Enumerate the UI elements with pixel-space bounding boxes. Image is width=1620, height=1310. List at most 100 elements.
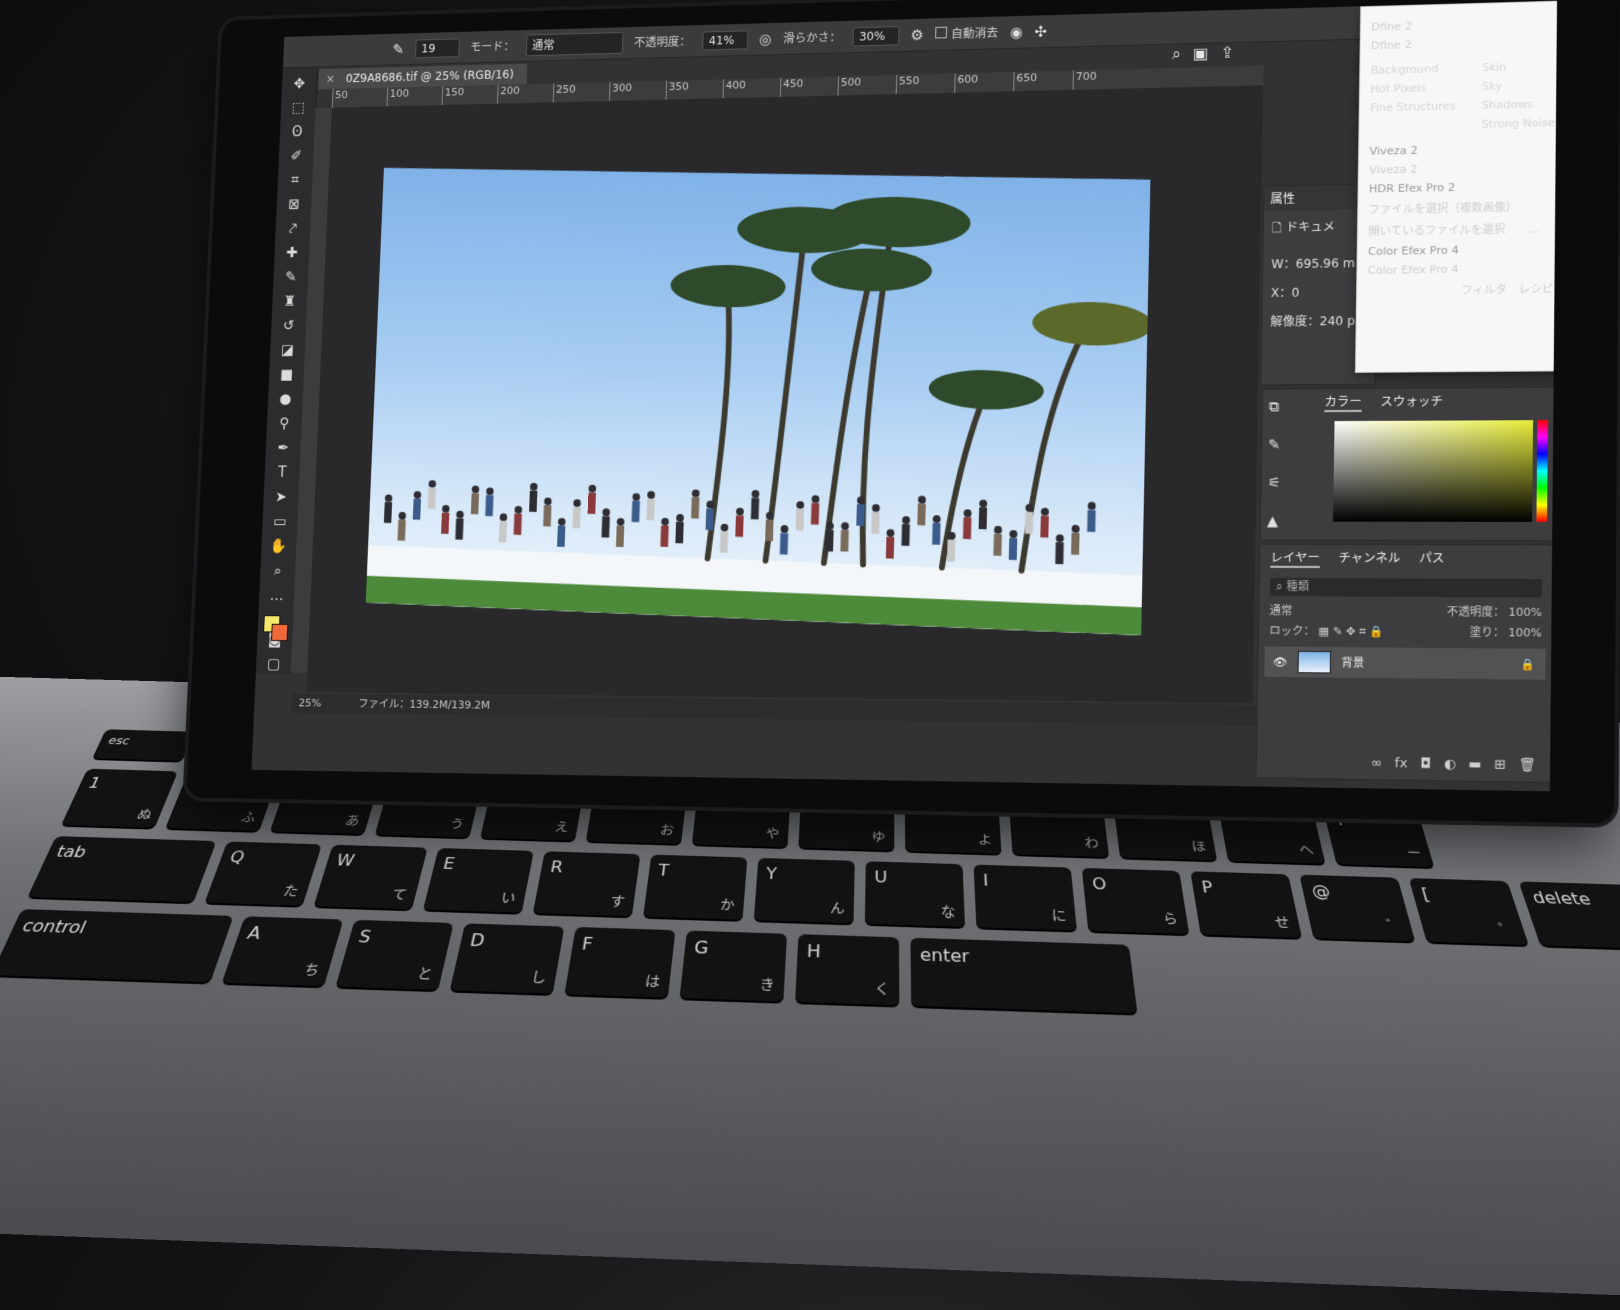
more-tools-icon[interactable]: …	[265, 585, 288, 606]
brush-tool-icon[interactable]: ✎	[279, 266, 302, 287]
keyboard-key[interactable]: Tか	[643, 854, 748, 920]
smoothing-field[interactable]: 30%	[852, 25, 900, 46]
color-picker-field[interactable]	[1333, 420, 1534, 522]
keyboard-key[interactable]: Wて	[313, 844, 428, 910]
quick-select-tool-icon[interactable]: ✐	[285, 145, 308, 166]
mode-select[interactable]: 通常	[525, 31, 624, 57]
lasso-tool-icon[interactable]: ʘ	[286, 121, 309, 142]
butterfly-icon[interactable]: ✣	[1034, 22, 1047, 40]
adjust-panel-icon[interactable]: ⚟	[1267, 475, 1280, 491]
jumping-person	[795, 500, 805, 531]
crop-tool-icon[interactable]: ⌗	[284, 169, 307, 190]
tab-color[interactable]: カラー	[1324, 392, 1362, 413]
viveza-dim-item: Viveza 2	[1369, 162, 1418, 177]
fill-field[interactable]: 100%	[1508, 626, 1542, 640]
tab-paths[interactable]: パス	[1419, 549, 1444, 568]
gradient-tool-icon[interactable]: ■	[275, 364, 298, 385]
layer-opacity-field[interactable]: 100%	[1508, 606, 1542, 620]
viveza-item[interactable]: Viveza 2	[1369, 141, 1554, 158]
mode-label: モード：	[469, 39, 515, 54]
lock-icons[interactable]: ▦ ✎ ✥ ⌗ 🔒	[1318, 625, 1384, 639]
keyboard-key[interactable]: Rす	[532, 851, 641, 917]
brush-tool-icon[interactable]: ✎	[392, 40, 404, 57]
link-icon[interactable]: ∞	[1371, 756, 1383, 772]
target-icon[interactable]: ◉	[1010, 23, 1023, 41]
history-brush-tool-icon[interactable]: ↺	[277, 315, 300, 336]
key-label: S	[356, 926, 374, 947]
keyboard-key[interactable]: esc	[92, 729, 195, 761]
keyboard-key[interactable]: Hく	[795, 934, 900, 1006]
keyboard-key[interactable]: [゜	[1408, 878, 1529, 945]
hue-slider[interactable]	[1536, 420, 1548, 522]
color-swatches[interactable]	[263, 615, 289, 642]
screen-mode-icon[interactable]: ▢	[262, 653, 285, 674]
keyboard-key[interactable]: Sと	[335, 919, 454, 990]
keyboard-key[interactable]: control	[0, 909, 234, 983]
hand-tool-icon[interactable]: ✋	[267, 535, 290, 556]
keyboard-key[interactable]: Oら	[1081, 867, 1190, 935]
keyboard-key[interactable]: Iに	[973, 864, 1077, 931]
marquee-tool-icon[interactable]: ⬚	[287, 97, 310, 118]
layer-kind-filter[interactable]: ⌕ 種類	[1269, 577, 1543, 598]
new-layer-icon[interactable]: ⊞	[1494, 757, 1506, 773]
trash-icon[interactable]: 🗑	[1519, 758, 1537, 774]
zoom-level[interactable]: 25%	[298, 694, 321, 713]
keyboard-key[interactable]: Yん	[753, 857, 855, 924]
keyboard-key[interactable]: delete	[1518, 881, 1620, 951]
stamp-tool-icon[interactable]: ♜	[278, 291, 301, 312]
key-kana-label: ら	[1161, 911, 1180, 928]
healing-tool-icon[interactable]: ✚	[281, 242, 304, 263]
move-tool-icon[interactable]: ✥	[288, 73, 311, 94]
folder-icon[interactable]: ▬	[1468, 757, 1481, 773]
keyboard-key[interactable]: Uな	[864, 861, 965, 927]
pen-tool-icon[interactable]: ✒	[272, 437, 295, 458]
keyboard-key[interactable]: tab	[27, 836, 217, 903]
keyboard-key[interactable]: Qた	[204, 841, 322, 906]
frame-tool-icon[interactable]: ⊠	[283, 194, 306, 215]
workspace-icon[interactable]: ▣	[1193, 44, 1209, 64]
keyboard-key[interactable]: Gき	[679, 930, 788, 1002]
keyboard-key[interactable]: Dし	[449, 923, 565, 994]
shape-tool-icon[interactable]: ▭	[269, 511, 292, 532]
keyboard-key[interactable]: Pせ	[1190, 871, 1302, 938]
tab-swatches[interactable]: スウォッチ	[1380, 392, 1443, 411]
fx-icon[interactable]: fx	[1395, 756, 1408, 772]
share-icon[interactable]: ⇪	[1220, 43, 1234, 63]
keyboard-key[interactable]: Fは	[564, 926, 676, 998]
keyboard-key[interactable]: Aち	[221, 916, 344, 987]
canvas-area[interactable]	[306, 85, 1264, 704]
path-select-tool-icon[interactable]: ➤	[270, 486, 293, 507]
background-color[interactable]	[271, 623, 289, 642]
layer-row[interactable]: 👁 背景 🔒	[1264, 646, 1546, 680]
pressure-opacity-icon[interactable]: ◎	[759, 30, 772, 47]
keyboard-key[interactable]: @ ゛	[1299, 874, 1416, 942]
opacity-field[interactable]: 41%	[701, 29, 749, 51]
hdr-select-files: ファイルを選択（複数画像）	[1368, 200, 1518, 217]
blend-mode-select[interactable]: 通常	[1269, 602, 1292, 618]
tab-channels[interactable]: チャンネル	[1338, 549, 1400, 568]
adjustment-icon[interactable]: ◐	[1444, 757, 1456, 773]
close-tab-icon[interactable]: ×	[326, 72, 336, 85]
search-icon[interactable]: ⌕	[1172, 44, 1181, 64]
dodge-tool-icon[interactable]: ⚲	[273, 413, 296, 434]
brush-size-field[interactable]: 19	[414, 37, 460, 58]
eye-icon[interactable]: 👁	[1273, 655, 1288, 668]
eyedropper-tool-icon[interactable]: ⤤	[282, 218, 305, 239]
brush-panel-icon[interactable]: ✎	[1268, 437, 1281, 453]
gear-icon[interactable]: ⚙	[910, 26, 924, 44]
nik-preset-item: Hot Pixels	[1370, 81, 1427, 96]
tab-layers[interactable]: レイヤー	[1270, 548, 1320, 568]
hdr-efex-item[interactable]: HDR Efex Pro 2	[1369, 179, 1555, 195]
keyboard-key[interactable]: enter	[910, 937, 1138, 1014]
history-panel-icon[interactable]: ⧉	[1269, 399, 1282, 415]
keyboard-key[interactable]: 1ぬ	[61, 768, 179, 828]
mask-icon[interactable]: ◘	[1420, 756, 1431, 772]
auto-erase-checkbox[interactable]: 自動消去	[935, 24, 998, 42]
shapes-panel-icon[interactable]: ▲	[1267, 514, 1280, 530]
color-efex-item[interactable]: Color Efex Pro 4	[1368, 242, 1554, 258]
zoom-tool-icon[interactable]: ⌕	[266, 560, 289, 581]
blur-tool-icon[interactable]: ●	[274, 388, 297, 409]
keyboard-key[interactable]: Eい	[423, 847, 534, 913]
eraser-tool-icon[interactable]: ◪	[276, 339, 299, 360]
type-tool-icon[interactable]: T	[271, 462, 294, 483]
